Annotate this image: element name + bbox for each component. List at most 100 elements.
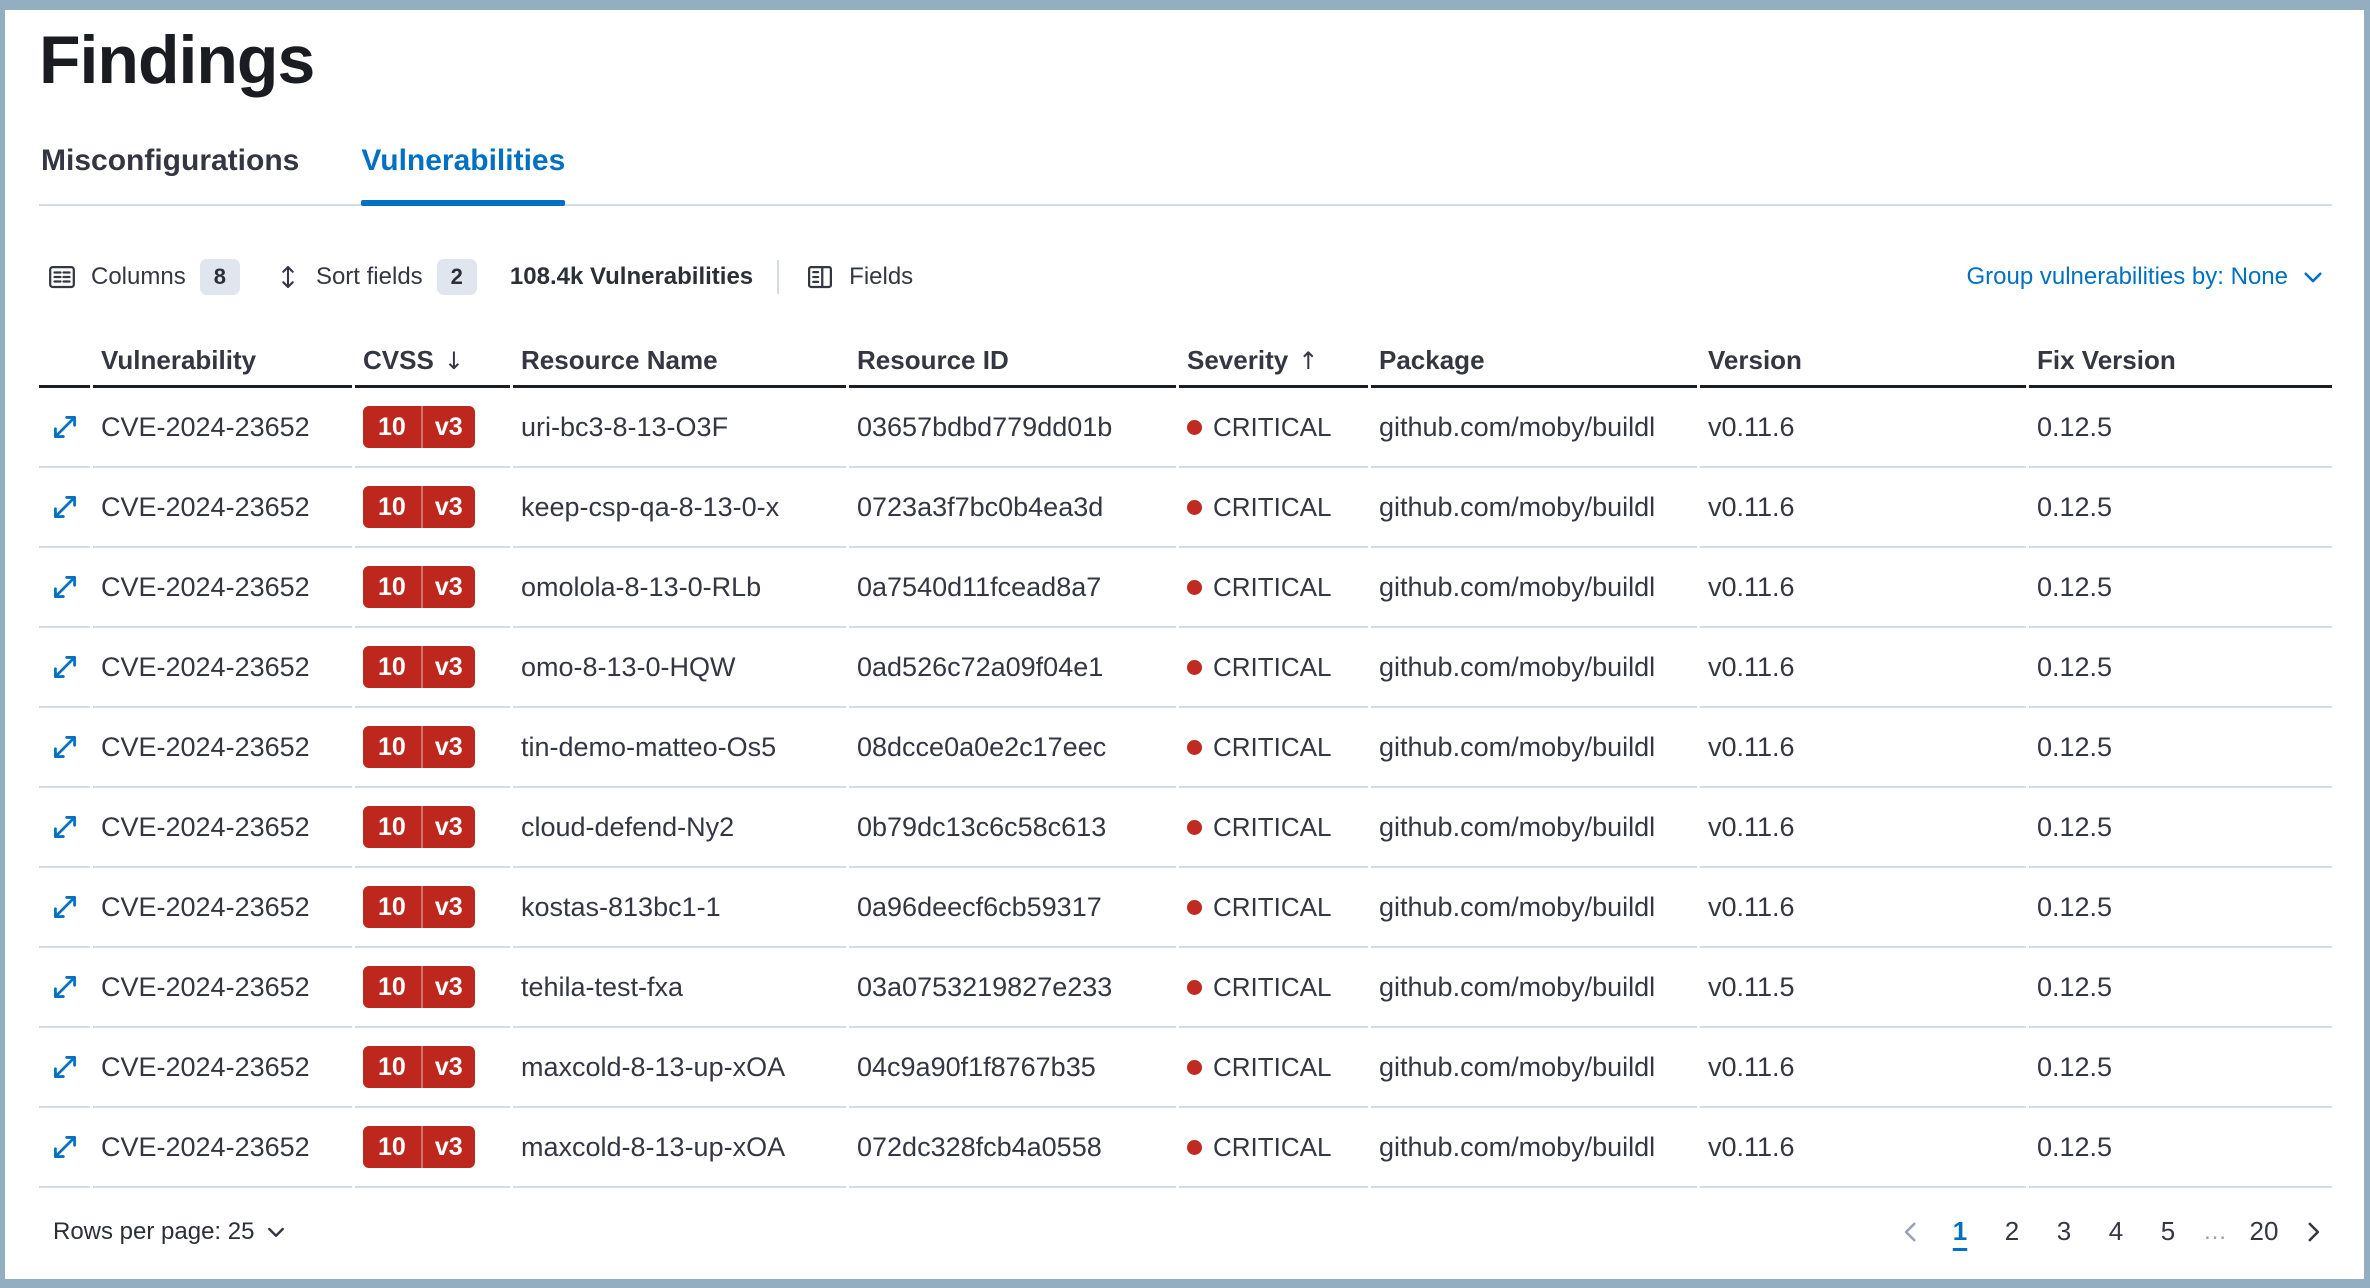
page-button-5[interactable]: 5 (2146, 1208, 2190, 1255)
page-button-3[interactable]: 3 (2042, 1208, 2086, 1255)
cell-resource-name: kostas-813bc1-1 (513, 868, 846, 948)
cell-package: github.com/moby/buildl (1371, 948, 1697, 1028)
cell-package: github.com/moby/buildl (1371, 1108, 1697, 1188)
cell-expander (39, 708, 90, 788)
cvss-badge: 10v3 (363, 486, 475, 528)
cvss-badge: 10v3 (363, 886, 475, 928)
chevron-down-icon (2300, 264, 2326, 290)
page-button-20[interactable]: 20 (2242, 1208, 2286, 1255)
cvss-badge: 10v3 (363, 726, 475, 768)
next-page-button[interactable] (2294, 1213, 2332, 1251)
expand-row-button[interactable] (44, 1126, 86, 1168)
column-header-fix_version[interactable]: Fix Version (2029, 336, 2332, 388)
cell-vulnerability: CVE-2024-23652 (93, 868, 352, 948)
cell-resource-id: 072dc328fcb4a0558 (849, 1108, 1176, 1188)
cell-vulnerability: CVE-2024-23652 (93, 948, 352, 1028)
cell-severity: CRITICAL (1179, 708, 1368, 788)
severity-critical-dot (1187, 1140, 1202, 1155)
cvss-badge: 10v3 (363, 806, 475, 848)
cell-resource-id: 0a96deecf6cb59317 (849, 868, 1176, 948)
cell-version: v0.11.6 (1700, 628, 2026, 708)
cell-expander (39, 388, 90, 468)
cell-severity: CRITICAL (1179, 468, 1368, 548)
expand-icon (48, 1050, 82, 1084)
page-button-2[interactable]: 2 (1990, 1208, 2034, 1255)
page-button-4[interactable]: 4 (2094, 1208, 2138, 1255)
columns-button[interactable]: Columns 8 (47, 259, 240, 295)
severity-critical-dot (1187, 660, 1202, 675)
cell-severity: CRITICAL (1179, 1028, 1368, 1108)
severity-critical-dot (1187, 420, 1202, 435)
cvss-version: v3 (421, 1126, 475, 1168)
expand-row-button[interactable] (44, 886, 86, 928)
sort-fields-count-badge: 2 (437, 259, 477, 295)
cell-version: v0.11.6 (1700, 868, 2026, 948)
severity-critical-dot (1187, 820, 1202, 835)
cell-resource-name: cloud-defend-Ny2 (513, 788, 846, 868)
cvss-score: 10 (363, 646, 421, 688)
table-body: CVE-2024-2365210v3uri-bc3-8-13-O3F03657b… (39, 388, 2332, 1188)
page-button-1[interactable]: 1 (1938, 1208, 1982, 1255)
table-header-row: VulnerabilityCVSS↓Resource Name Resource … (39, 336, 2332, 388)
cell-fix-version: 0.12.5 (2029, 1028, 2332, 1108)
cell-package: github.com/moby/buildl (1371, 868, 1697, 948)
expand-row-button[interactable] (44, 726, 86, 768)
cell-cvss: 10v3 (355, 1108, 510, 1188)
cvss-score: 10 (363, 1126, 421, 1168)
cell-package: github.com/moby/buildl (1371, 628, 1697, 708)
rows-per-page-selector[interactable]: Rows per page: 25 (47, 1217, 294, 1247)
expand-row-button[interactable] (44, 406, 86, 448)
cell-cvss: 10v3 (355, 468, 510, 548)
cell-version: v0.11.6 (1700, 388, 2026, 468)
column-header-version[interactable]: Version (1700, 336, 2026, 388)
cell-vulnerability: CVE-2024-23652 (93, 1028, 352, 1108)
severity-critical-dot (1187, 900, 1202, 915)
column-header-resource_name[interactable]: Resource Name (513, 336, 846, 388)
expand-row-button[interactable] (44, 966, 86, 1008)
expand-icon (48, 490, 82, 524)
column-header-severity[interactable]: Severity↑ (1179, 336, 1368, 388)
severity-label: CRITICAL (1213, 412, 1331, 443)
expand-row-button[interactable] (44, 806, 86, 848)
columns-button-label: Columns (91, 263, 186, 291)
pagination-ellipsis: … (2198, 1218, 2234, 1246)
sort-fields-button[interactable]: Sort fields 2 (274, 259, 477, 295)
previous-page-button[interactable] (1892, 1213, 1930, 1251)
severity-label: CRITICAL (1213, 892, 1331, 923)
table-footer: Rows per page: 25 12345 … 20 (39, 1188, 2332, 1279)
fields-button[interactable]: Fields (805, 262, 913, 292)
expand-row-button[interactable] (44, 646, 86, 688)
tab-bar: Misconfigurations Vulnerabilities (39, 144, 2332, 206)
tab-misconfigurations[interactable]: Misconfigurations (41, 144, 299, 204)
cell-severity: CRITICAL (1179, 788, 1368, 868)
fields-button-label: Fields (849, 263, 913, 291)
column-header-vulnerability[interactable]: Vulnerability (93, 336, 352, 388)
cell-version: v0.11.6 (1700, 708, 2026, 788)
table-row: CVE-2024-2365210v3cloud-defend-Ny20b79dc… (39, 788, 2332, 868)
expand-row-button[interactable] (44, 1046, 86, 1088)
column-header-cvss[interactable]: CVSS↓ (355, 336, 510, 388)
severity-label: CRITICAL (1213, 572, 1331, 603)
cvss-version: v3 (421, 806, 475, 848)
column-header-package[interactable]: Package (1371, 336, 1697, 388)
severity-label: CRITICAL (1213, 1132, 1331, 1163)
cell-version: v0.11.6 (1700, 468, 2026, 548)
cvss-badge: 10v3 (363, 566, 475, 608)
group-by-selector[interactable]: Group vulnerabilities by: None (1960, 262, 2332, 292)
results-count: 108.4k Vulnerabilities (510, 263, 753, 291)
cell-severity: CRITICAL (1179, 388, 1368, 468)
cell-expander (39, 548, 90, 628)
cvss-version: v3 (421, 886, 475, 928)
tab-vulnerabilities[interactable]: Vulnerabilities (361, 144, 565, 204)
cell-expander (39, 948, 90, 1028)
expand-row-button[interactable] (44, 566, 86, 608)
cell-expander (39, 1028, 90, 1108)
cell-cvss: 10v3 (355, 708, 510, 788)
expand-icon (48, 810, 82, 844)
column-header-resource_id[interactable]: Resource ID (849, 336, 1176, 388)
cvss-badge: 10v3 (363, 966, 475, 1008)
expand-row-button[interactable] (44, 486, 86, 528)
expand-icon (48, 410, 82, 444)
cvss-score: 10 (363, 1046, 421, 1088)
column-header-label: Resource ID (857, 345, 1009, 376)
